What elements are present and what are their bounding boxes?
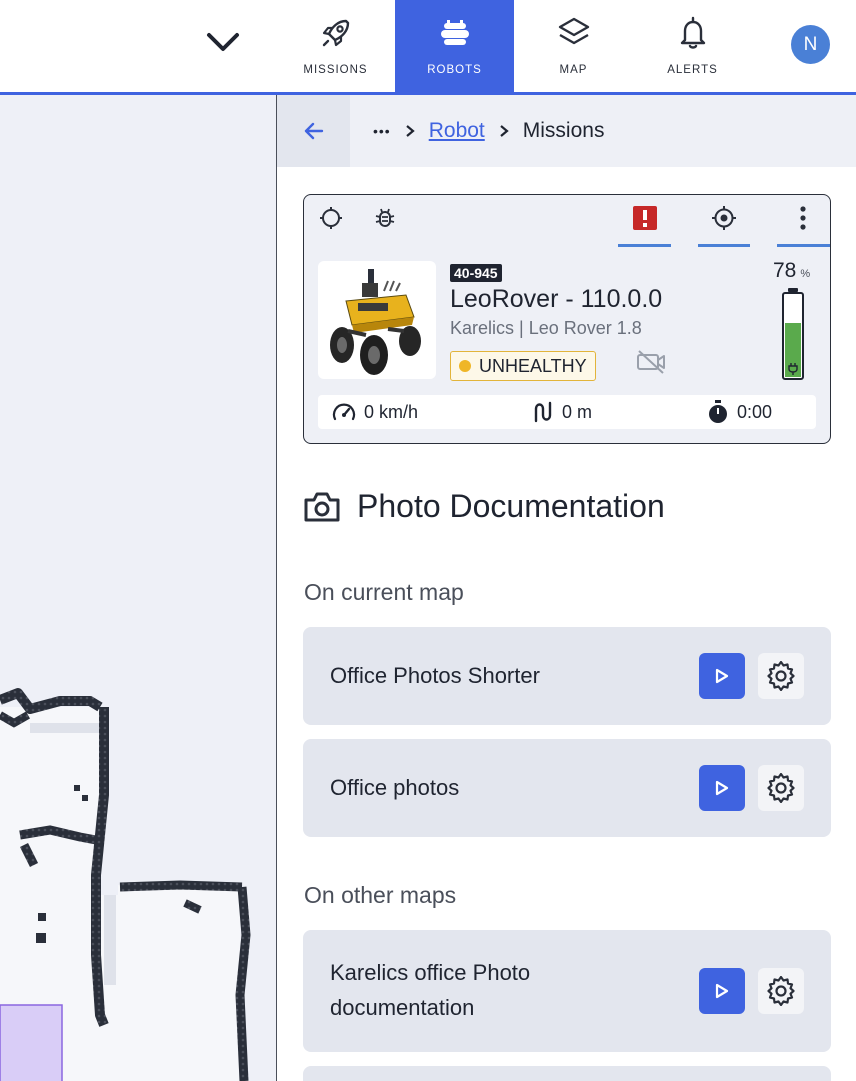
- settings-button[interactable]: [758, 968, 804, 1014]
- track-tab-indicator: [698, 244, 750, 247]
- chevron-right-icon: [499, 124, 509, 138]
- more-tab-indicator: [777, 244, 830, 247]
- mission-item[interactable]: [303, 1066, 831, 1081]
- stopwatch-icon: [709, 400, 727, 423]
- nav-map[interactable]: MAP: [514, 0, 633, 92]
- battery-percent-unit: %: [800, 268, 811, 280]
- speed-value: 0 km/h: [364, 401, 419, 422]
- alert-tab-indicator: [618, 244, 671, 247]
- current-map-heading: On current map: [304, 579, 464, 605]
- bell-icon: [680, 16, 705, 49]
- main-nav: MISSIONS ROBOTS MAP ALERTS: [276, 0, 752, 92]
- section-title: Photo Documentation: [303, 488, 665, 525]
- battery-gauge: [782, 288, 804, 380]
- locate-button[interactable]: [318, 205, 344, 231]
- crosshair-icon: [320, 207, 342, 229]
- robot-card[interactable]: 40-945 LeoRover - 110.0.0 Karelics | Leo…: [303, 194, 831, 444]
- battery-percent: 78%: [773, 259, 810, 283]
- collapse-button[interactable]: [198, 22, 248, 62]
- robot-icon: [440, 20, 469, 45]
- mission-item[interactable]: Office photos: [303, 739, 831, 837]
- nav-alerts[interactable]: ALERTS: [633, 0, 752, 92]
- mission-item[interactable]: Karelics office Photo documentation: [303, 930, 831, 1052]
- play-icon: [715, 668, 729, 684]
- breadcrumb-ellipsis[interactable]: •••: [373, 123, 391, 139]
- alert-icon: [633, 206, 657, 230]
- play-icon: [715, 780, 729, 796]
- play-button[interactable]: [699, 765, 745, 811]
- battery-cap: [788, 288, 798, 292]
- play-button[interactable]: [699, 653, 745, 699]
- arrow-left-icon: [304, 122, 323, 140]
- rocket-icon: [322, 19, 349, 47]
- nav-alerts-label: ALERTS: [667, 64, 718, 76]
- mission-name-line-2: documentation: [330, 995, 475, 1020]
- settings-button[interactable]: [758, 765, 804, 811]
- mission-item[interactable]: Office Photos Shorter: [303, 627, 831, 725]
- settings-button[interactable]: [758, 653, 804, 699]
- mission-name: Office photos: [330, 775, 460, 800]
- distance-stat: 0 m: [532, 395, 592, 429]
- robot-id-tag: 40-945: [450, 264, 502, 282]
- play-button[interactable]: [699, 968, 745, 1014]
- nav-robots-label: ROBOTS: [427, 64, 482, 76]
- robot-panel: ••• Robot Missions 40-945 LeoRover - 110…: [277, 95, 856, 1081]
- chevron-right-icon: [405, 124, 415, 138]
- robot-model: Karelics | Leo Rover 1.8: [450, 318, 642, 338]
- gear-icon: [767, 661, 795, 691]
- nav-map-label: MAP: [559, 64, 588, 76]
- duration-stat: 0:00: [707, 395, 772, 429]
- camera-icon: [304, 492, 340, 521]
- target-icon: [712, 206, 736, 230]
- track-button[interactable]: [711, 205, 737, 231]
- speed-stat: 0 km/h: [332, 395, 418, 429]
- route-icon: [534, 401, 552, 423]
- nav-missions-label: MISSIONS: [303, 64, 368, 76]
- robot-stats: 0 km/h 0 m 0:00: [318, 395, 816, 429]
- mission-name-line-1: Karelics office Photo: [330, 960, 531, 985]
- other-maps-heading: On other maps: [304, 882, 457, 908]
- top-bar: MISSIONS ROBOTS MAP ALERTS N: [0, 0, 856, 92]
- duration-value: 0:00: [737, 401, 773, 422]
- play-icon: [715, 983, 729, 999]
- distance-value: 0 m: [562, 401, 593, 422]
- gear-icon: [767, 976, 795, 1006]
- section-title-text: Photo Documentation: [357, 488, 665, 524]
- health-status-badge: UNHEALTHY: [450, 351, 596, 381]
- occupancy-map: [0, 688, 251, 1081]
- chevron-down-icon: [207, 33, 239, 51]
- mission-name: Karelics office Photo documentation: [330, 955, 530, 1025]
- nav-missions[interactable]: MISSIONS: [276, 0, 395, 92]
- mission-name: Office Photos Shorter: [330, 663, 540, 688]
- debug-button[interactable]: [372, 205, 398, 231]
- breadcrumb-current: Missions: [522, 119, 605, 142]
- health-status-label: UNHEALTHY: [479, 355, 587, 376]
- map-view[interactable]: [0, 95, 276, 1081]
- breadcrumb-bar: ••• Robot Missions: [277, 95, 856, 167]
- gear-icon: [767, 773, 795, 803]
- bug-icon: [375, 208, 395, 227]
- charging-plug-icon: [788, 363, 798, 375]
- status-dot: [459, 360, 471, 372]
- user-avatar[interactable]: N: [791, 25, 830, 64]
- back-button[interactable]: [277, 95, 350, 167]
- speedometer-icon: [332, 403, 356, 421]
- breadcrumb: ••• Robot Missions: [373, 95, 604, 167]
- battery-percent-value: 78: [773, 259, 797, 282]
- more-button[interactable]: [790, 205, 816, 231]
- breadcrumb-robot-link[interactable]: Robot: [429, 119, 485, 143]
- no-camera-icon: [636, 349, 666, 380]
- robot-image: [318, 261, 436, 379]
- nav-robots[interactable]: ROBOTS: [395, 0, 514, 92]
- more-vertical-icon: [800, 206, 806, 230]
- layers-icon: [558, 17, 589, 45]
- robot-name: LeoRover - 110.0.0: [450, 285, 663, 313]
- robot-card-toolbar: [304, 195, 830, 247]
- alert-button[interactable]: [632, 205, 658, 231]
